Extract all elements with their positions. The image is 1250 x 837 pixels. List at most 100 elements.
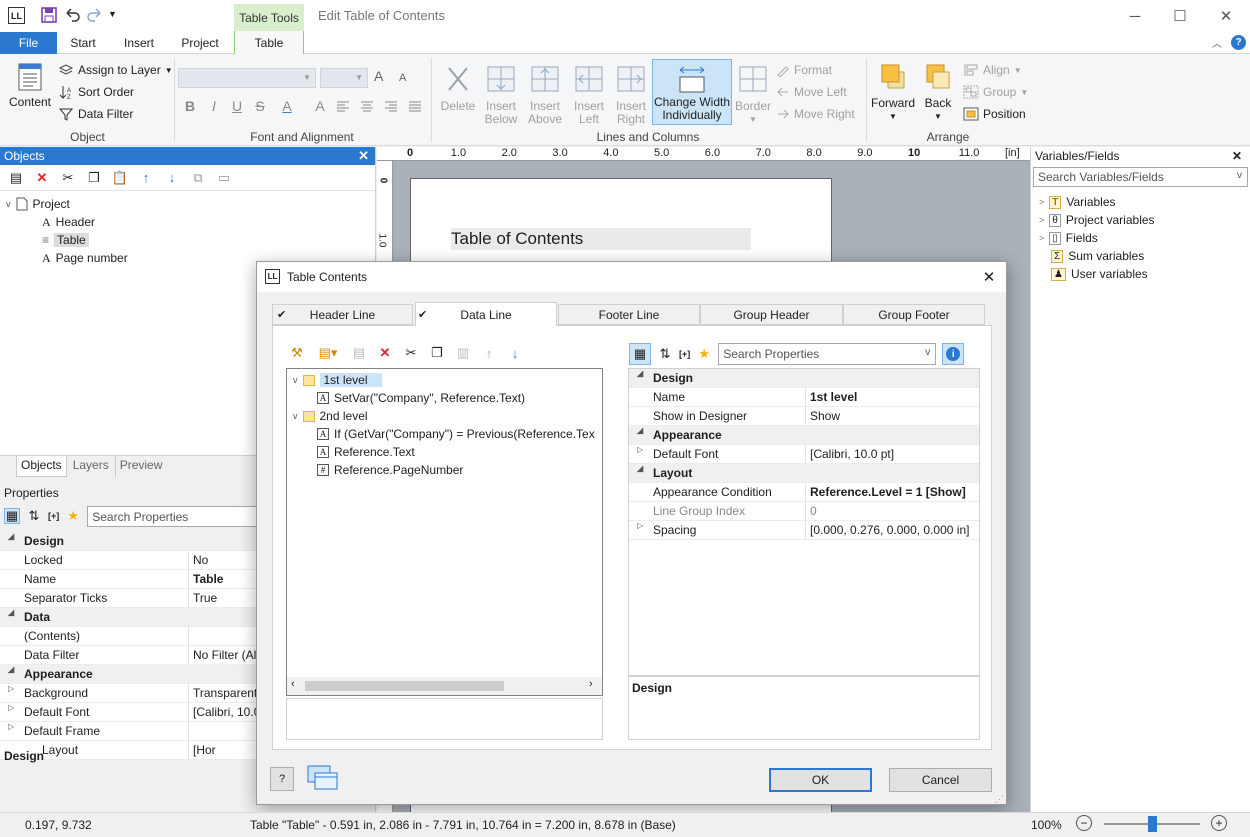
paste-icon[interactable]: 📋 (112, 170, 128, 186)
tree-item-header[interactable]: A Header (6, 213, 375, 231)
property-category[interactable]: ◢ Design (629, 369, 979, 388)
back-button[interactable]: Back ▼ (917, 62, 959, 123)
font-family-select[interactable]: ▼ (178, 68, 316, 88)
bottom-tab-objects[interactable]: Objects (16, 456, 67, 477)
undo-icon[interactable] (63, 6, 81, 24)
info-icon[interactable]: i (942, 343, 965, 365)
zoom-slider-thumb[interactable] (1148, 816, 1157, 832)
line-properties-search-input[interactable]: Search Properties v (718, 343, 937, 365)
font-size-select[interactable]: ▼ (320, 68, 368, 88)
font-color-button[interactable]: A (278, 98, 296, 114)
cancel-button[interactable]: Cancel (889, 768, 992, 792)
properties-view-icon[interactable]: ▤ (8, 170, 24, 186)
tab-group-header[interactable]: Group Header (700, 304, 843, 325)
zoom-slider-track[interactable] (1104, 816, 1200, 832)
shrink-font-button[interactable]: A (399, 72, 406, 84)
insert-below-button[interactable]: Insert Below (479, 64, 523, 126)
align-left-icon[interactable] (336, 101, 350, 113)
justify-icon[interactable] (408, 101, 422, 113)
tab-insert[interactable]: Insert (114, 32, 164, 54)
underline-button[interactable]: U (228, 98, 246, 114)
tree-item-variables[interactable]: > T Variables (1039, 193, 1250, 211)
tree-item-user-variables[interactable]: ♟ User variables (1039, 265, 1250, 283)
group-button[interactable]: Group ▼ (963, 82, 1028, 102)
delete-icon[interactable]: ✕ (34, 170, 50, 186)
border-button[interactable]: Border ▼ (733, 64, 773, 126)
align-button[interactable]: Align ▼ (963, 60, 1022, 80)
categorized-view-icon[interactable]: ▦ (629, 343, 651, 365)
resize-grip-icon[interactable]: ⋰ (995, 794, 1004, 805)
highlight-button[interactable]: A (311, 98, 329, 114)
move-left-button[interactable]: Move Left (776, 82, 847, 102)
content-button[interactable]: Content (8, 62, 52, 109)
append-line-icon[interactable]: ▤▾ (315, 345, 341, 361)
delete-button[interactable]: Delete (436, 64, 480, 113)
change-width-individually-button[interactable]: Change Width Individually (652, 59, 732, 125)
cut-icon[interactable]: ✂ (403, 345, 419, 361)
assign-to-layer-button[interactable]: Assign to Layer ▼ (58, 60, 173, 80)
bottom-tab-preview[interactable]: Preview (116, 456, 167, 477)
copy-icon[interactable]: ❐ (429, 345, 445, 361)
strikethrough-button[interactable]: S (251, 98, 269, 114)
favorites-star-icon[interactable]: ★ (696, 346, 712, 362)
move-up-icon[interactable]: ↑ (138, 170, 154, 186)
move-down-icon[interactable]: ↓ (507, 345, 523, 361)
property-category[interactable]: ◢ Layout (629, 464, 979, 483)
tree-item-table[interactable]: ≡ Table (6, 231, 375, 249)
tab-header-line[interactable]: ✔ Header Line (272, 304, 413, 325)
horizontal-scrollbar[interactable]: ‹ › (287, 677, 602, 695)
property-row[interactable]: ▷ Spacing [0.000, 0.276, 0.000, 0.000 in] (629, 521, 979, 540)
tree-item-level[interactable]: v 2nd level (287, 407, 602, 425)
data-filter-button[interactable]: Data Filter (58, 104, 133, 124)
sort-alpha-icon[interactable]: ⇅ (657, 346, 673, 362)
close-button[interactable]: ✕ (1203, 0, 1249, 32)
tab-data-line[interactable]: ✔ Data Line (415, 302, 557, 326)
property-value[interactable]: Show (805, 407, 979, 425)
tree-item-fields[interactable]: > ▯ Fields (1039, 229, 1250, 247)
sort-alpha-icon[interactable]: ⇅ (26, 508, 42, 524)
tab-group-footer[interactable]: Group Footer (843, 304, 985, 325)
properties-icon[interactable]: ▤ (351, 345, 367, 361)
tree-item-cell[interactable]: A SetVar("Company", Reference.Text) (287, 389, 602, 407)
copy-icon[interactable]: ❐ (86, 170, 102, 186)
help-icon[interactable]: ? (1231, 35, 1246, 50)
tree-item-level[interactable]: v 1st level (287, 371, 602, 389)
properties-search-input[interactable]: Search Properties (87, 505, 258, 527)
scroll-right-icon[interactable]: › (589, 678, 593, 690)
tab-table[interactable]: Table (234, 31, 304, 55)
property-category[interactable]: ◢ Appearance (629, 426, 979, 445)
ok-button[interactable]: OK (769, 768, 872, 792)
delete-line-icon[interactable]: ✕ (377, 345, 393, 361)
property-value[interactable]: [Calibri, 10.0 pt] (805, 445, 979, 463)
tree-item-project[interactable]: v Project (6, 195, 375, 213)
zoom-in-icon[interactable]: + (1211, 815, 1227, 831)
save-icon[interactable] (40, 6, 58, 24)
expand-all-icon[interactable]: [+] (48, 511, 59, 521)
tab-project[interactable]: Project (172, 32, 228, 54)
collapse-ribbon-icon[interactable]: ︿ (1212, 35, 1222, 50)
move-down-icon[interactable]: ↓ (164, 170, 180, 186)
move-up-icon[interactable]: ↑ (481, 345, 497, 361)
tab-start[interactable]: Start (62, 32, 104, 54)
variables-search-input[interactable]: Search Variables/Fields v (1033, 167, 1248, 187)
position-button[interactable]: Position (963, 104, 1026, 124)
tree-item-cell[interactable]: A Reference.Text (287, 443, 602, 461)
toc-heading[interactable]: Table of Contents (451, 228, 751, 250)
collapse-icon[interactable]: v (293, 375, 298, 385)
paste-icon[interactable]: ▥ (455, 345, 471, 361)
favorites-star-icon[interactable]: ★ (65, 508, 81, 524)
tree-item-project-variables[interactable]: > θ Project variables (1039, 211, 1250, 229)
maximize-button[interactable]: ☐ (1157, 0, 1203, 32)
tree-item-sum-variables[interactable]: Σ Sum variables (1039, 247, 1250, 265)
property-row[interactable]: ▷ Default Font [Calibri, 10.0 pt] (629, 445, 979, 464)
property-value[interactable]: Reference.Level = 1 [Show] (805, 483, 979, 501)
redo-icon[interactable] (86, 6, 104, 24)
tree-item-cell[interactable]: A If (GetVar("Company") = Previous(Refere… (287, 425, 602, 443)
close-objects-panel-icon[interactable]: ✕ (358, 148, 369, 164)
line-definitions-tree[interactable]: v 1st level A SetVar("Company", Reference.T… (286, 368, 603, 696)
property-row[interactable]: Show in Designer Show (629, 407, 979, 426)
collapse-icon[interactable]: v (293, 411, 298, 421)
tab-footer-line[interactable]: Footer Line (558, 304, 700, 325)
property-value[interactable]: 0 (805, 502, 979, 520)
cut-icon[interactable]: ✂ (60, 170, 76, 186)
